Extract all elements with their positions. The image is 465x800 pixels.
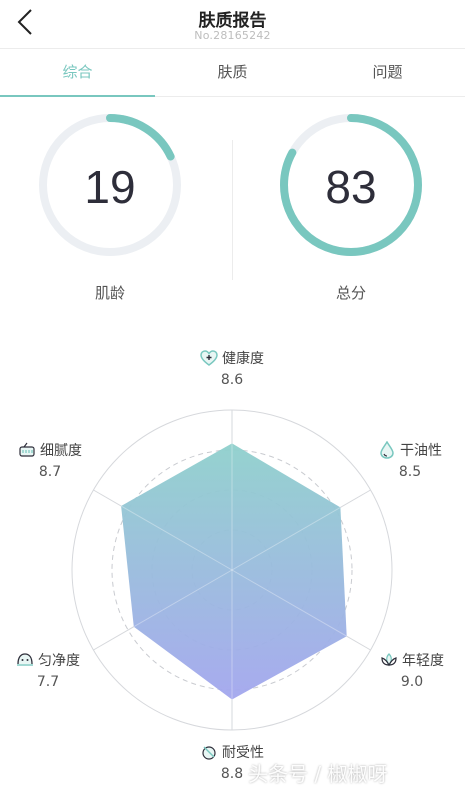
axis-health: 健康度 8.6 xyxy=(190,348,274,388)
header-bar: 肤质报告 No.28165242 xyxy=(0,0,465,48)
axis-youthfulness-value: 9.0 xyxy=(400,674,424,690)
face-icon xyxy=(16,651,34,669)
watermark-text: 头条号 / 椒椒呀 xyxy=(248,762,388,786)
radar-chart xyxy=(71,409,393,731)
report-number: No.28165242 xyxy=(194,29,271,42)
axis-oiliness-value: 8.5 xyxy=(398,464,422,480)
axis-oiliness: 干油性 8.5 xyxy=(368,440,452,480)
radar-chart-section: 健康度 8.6 干油性 8.5 年轻度 9.0 耐受性 8.8 匀净度 7.7 … xyxy=(0,330,465,800)
total-score-value: 83 xyxy=(325,161,377,213)
axis-evenness-name: 匀净度 xyxy=(38,653,80,669)
gauge-divider xyxy=(232,140,233,280)
axis-oiliness-name: 干油性 xyxy=(400,443,442,459)
tab-overview[interactable]: 综合 xyxy=(0,49,155,97)
axis-evenness: 匀净度 7.7 xyxy=(6,650,90,690)
texture-icon xyxy=(18,441,36,459)
total-score-gauge: 83 总分 xyxy=(276,110,426,302)
axis-evenness-value: 7.7 xyxy=(36,674,60,690)
total-score-label: 总分 xyxy=(335,284,366,302)
axis-fineness: 细腻度 8.7 xyxy=(8,440,92,480)
axis-youthfulness-name: 年轻度 xyxy=(402,653,444,669)
tab-issues[interactable]: 问题 xyxy=(310,49,465,96)
shield-icon xyxy=(200,743,218,761)
page-title: 肤质报告 xyxy=(198,11,267,31)
tab-skin-type[interactable]: 肤质 xyxy=(155,49,310,96)
axis-health-value: 8.6 xyxy=(220,372,244,388)
lotus-icon xyxy=(380,651,398,669)
axis-youthfulness: 年轻度 9.0 xyxy=(370,650,454,690)
axis-fineness-value: 8.7 xyxy=(38,464,62,480)
axis-fineness-name: 细腻度 xyxy=(40,443,82,459)
water-drop-icon xyxy=(378,441,396,459)
axis-health-name: 健康度 xyxy=(222,351,264,367)
skin-age-label: 肌龄 xyxy=(94,284,125,302)
skin-age-gauge: 19 肌龄 xyxy=(35,110,185,302)
skin-age-value: 19 xyxy=(84,161,136,213)
heart-plus-icon xyxy=(200,349,218,367)
tab-bar: 综合 肤质 问题 xyxy=(0,48,465,97)
